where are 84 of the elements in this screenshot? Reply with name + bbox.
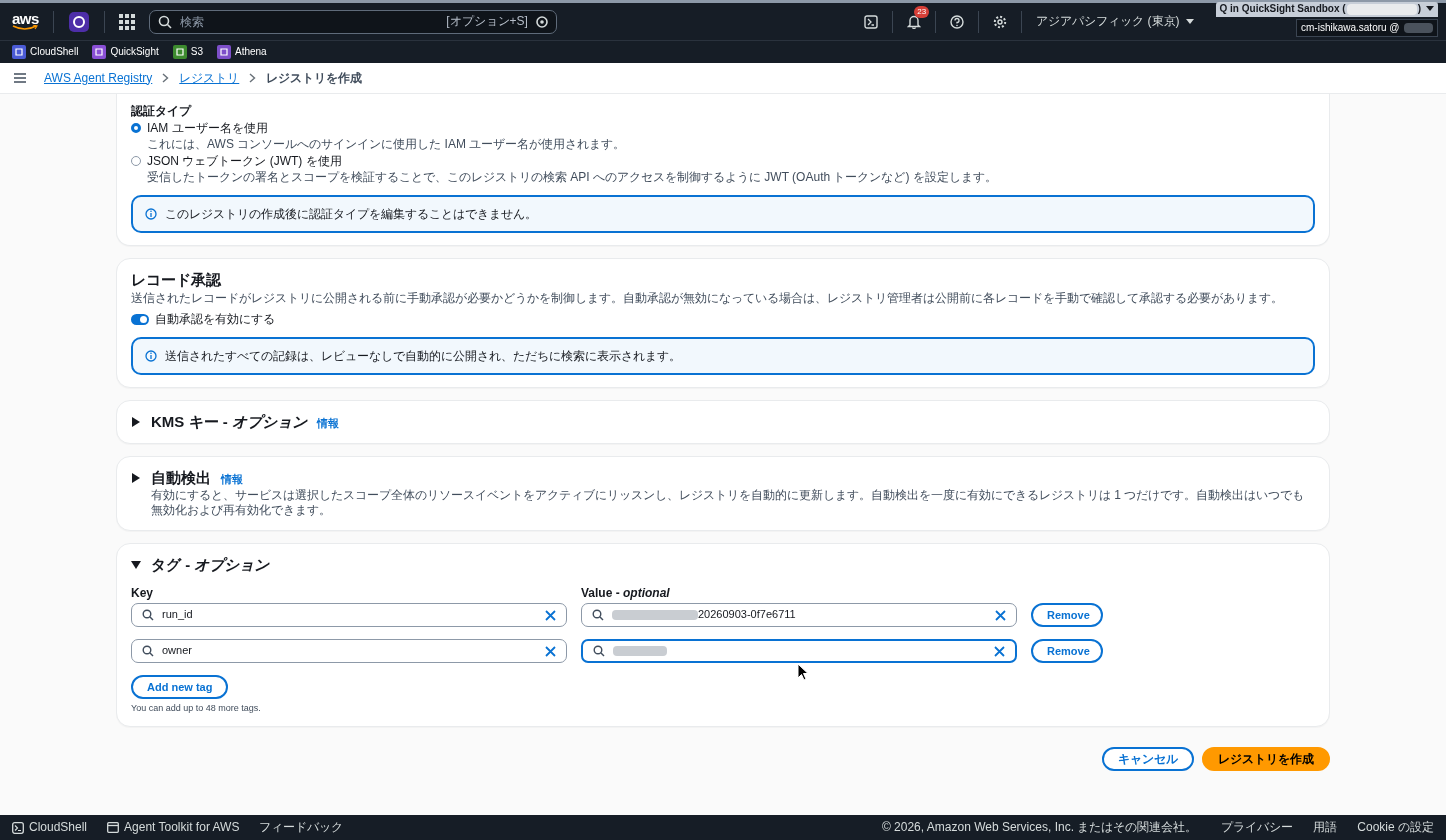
search-field[interactable]: 検索 [オプション+S]	[148, 9, 557, 34]
column-label: Key	[131, 586, 154, 601]
alert-message: このレジストリの作成後に認証タイプを編集することはできません。	[165, 206, 537, 222]
cursor-icon	[797, 663, 809, 681]
section-title[interactable]: KMS キー - オプション	[151, 413, 307, 431]
collapsed-triangle-icon[interactable]	[131, 417, 141, 427]
user-menu[interactable]: cm-ishikawa.satoru @	[1296, 18, 1438, 37]
add-tag-button[interactable]: Add new tag	[131, 675, 229, 699]
favorite-link[interactable]: CloudShell	[12, 45, 79, 59]
info-icon	[145, 350, 157, 362]
column-label: Value - optional	[581, 586, 671, 601]
remove-button[interactable]: Remove	[1031, 603, 1103, 627]
expanded-triangle-icon[interactable]	[131, 560, 141, 570]
footer-link[interactable]: フィードバック	[259, 820, 344, 835]
footer-link[interactable]: Agent Toolkit for AWS	[107, 820, 240, 835]
search-icon	[593, 645, 605, 657]
breadcrumb-link[interactable]: レジストリ	[179, 70, 240, 86]
favorite-link[interactable]: QuickSight	[92, 45, 159, 59]
search-icon	[142, 645, 154, 657]
remove-button[interactable]: Remove	[1031, 639, 1103, 663]
search-icon	[592, 609, 604, 621]
toggle-switch[interactable]	[131, 314, 149, 325]
field-label: 認証タイプ	[131, 104, 193, 119]
section-title: レコード承認	[131, 271, 222, 289]
notification-count: 23	[914, 6, 930, 18]
alert-message: 送信されたすべての記録は、レビューなしで自動的に公開され、ただちに検索に表示されます。	[165, 348, 681, 364]
footer-link[interactable]: 用語	[1313, 820, 1338, 835]
breadcrumb-link[interactable]: AWS Agent Registry	[44, 70, 153, 86]
footer-link[interactable]: Cookie の設定	[1357, 820, 1434, 835]
clear-icon[interactable]	[995, 609, 1006, 621]
footer-link[interactable]: CloudShell	[12, 820, 88, 835]
window-icon	[107, 822, 120, 833]
footer-link[interactable]: プライバシー	[1221, 820, 1294, 835]
radio-label: JSON ウェブトークン (JWT) を使用	[147, 154, 343, 169]
section-description: 送信されたレコードがレジストリに公開される前に手動承認が必要かどうかを制御します。自動承認が無効になっている場合は、レジストリ管理者は公開前に各レコードを手動で確認して承認する必要があります。	[131, 291, 1284, 306]
tag-input-field[interactable]: owner	[131, 639, 567, 663]
terminal-icon[interactable]	[864, 14, 879, 29]
copyright-text: © 2026, Amazon Web Services, Inc. またはその関連会社。	[881, 820, 1198, 835]
aws-logo[interactable]: aws	[12, 12, 39, 31]
search-icon	[157, 14, 172, 29]
terminal-icon	[12, 821, 24, 834]
search-input[interactable]: 検索	[179, 14, 439, 29]
apps-grid-icon[interactable]	[118, 13, 135, 30]
collapsed-triangle-icon[interactable]	[131, 473, 141, 483]
redacted-text	[1346, 3, 1417, 15]
clear-icon[interactable]	[545, 645, 556, 657]
tag-input-field[interactable]: 20260903-0f7e6711	[581, 603, 1017, 627]
redacted-text	[1403, 22, 1433, 33]
section-description: 有効にすると、サービスは選択したスコープ全体のリソースイベントをアクティブにリッスンし、レジストリを自動的に更新します。自動検出を一度に有効にできるレジストリは 1 つだけです。自動検出はいつでも無効化および再有効化できます。	[151, 488, 1306, 518]
assistant-icon	[535, 15, 548, 28]
caret-icon	[1185, 18, 1194, 25]
redacted-text	[613, 646, 667, 656]
tag-input-field[interactable]: run_id	[131, 603, 567, 627]
radio-description: これには、AWS コンソールへのサインインに使用した IAM ユーザー名が使用されます。	[147, 137, 626, 152]
radio-label: IAM ユーザー名を使用	[147, 121, 269, 136]
favorite-link[interactable]: Athena	[216, 45, 267, 59]
region-selector[interactable]: アジアパシフィック (東京)	[1036, 13, 1194, 30]
shortcut-hint: [オプション+S]	[446, 14, 528, 29]
chevron-right-icon	[249, 73, 257, 83]
chevron-right-icon	[162, 73, 170, 83]
info-link[interactable]: 情報	[316, 417, 339, 431]
favorite-link[interactable]: S3	[172, 45, 203, 59]
account-selector[interactable]: Q in QuickSight Sandbox ( )	[1215, 2, 1438, 17]
clear-icon[interactable]	[545, 609, 556, 621]
cancel-button[interactable]: キャンセル	[1102, 747, 1194, 772]
clear-icon[interactable]	[994, 645, 1005, 657]
section-title[interactable]: 自動検出	[151, 469, 211, 487]
settings-icon[interactable]	[993, 14, 1008, 29]
bell-icon[interactable]	[907, 14, 922, 29]
create-button[interactable]: レジストリを作成	[1202, 747, 1330, 772]
info-icon	[145, 208, 157, 220]
caret-icon	[1426, 6, 1434, 13]
menu-icon[interactable]	[14, 73, 26, 83]
toggle-label: 自動承認を有効にする	[155, 312, 275, 327]
search-icon	[142, 609, 154, 621]
section-title[interactable]: タグ - オプション	[151, 556, 270, 574]
radio-button[interactable]	[131, 123, 141, 133]
radio-description: 受信したトークンの署名とスコープを検証することで、このレジストリの検索 API へのアクセスを制御するように JWT (OAuth トークンなど) を設定します。	[147, 170, 997, 185]
info-link[interactable]: 情報	[221, 473, 243, 487]
tag-input-field[interactable]	[581, 639, 1017, 663]
help-icon[interactable]	[950, 14, 965, 29]
hint-text: You can add up to 48 more tags.	[131, 703, 262, 715]
breadcrumb-current: レジストリを作成	[266, 70, 363, 86]
smile-icon	[12, 24, 39, 31]
